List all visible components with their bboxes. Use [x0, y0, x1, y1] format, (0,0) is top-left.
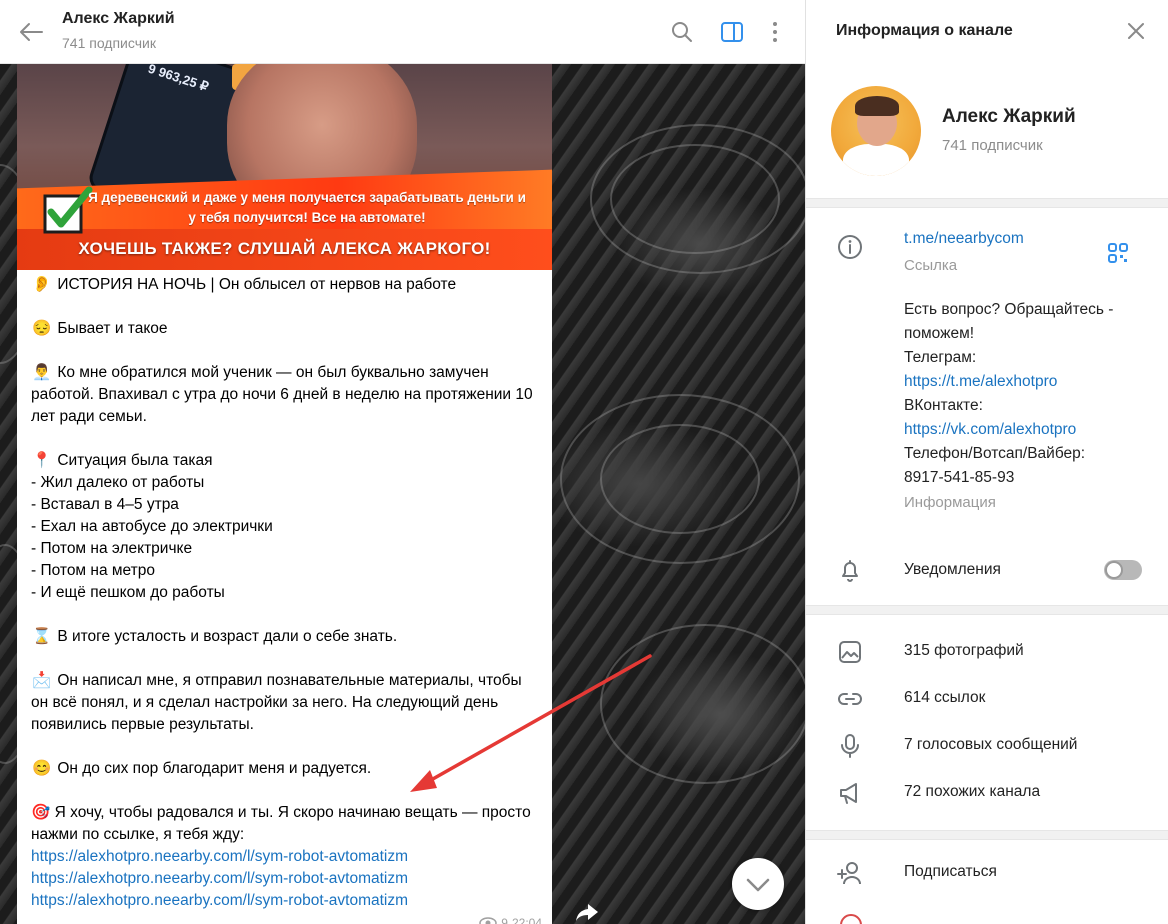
pin-emoji: 📍 — [32, 452, 52, 469]
banner-line: Я деревенский и даже у меня получается з… — [88, 190, 526, 225]
chevron-down-icon — [746, 878, 770, 892]
target-emoji: 🎯 — [31, 804, 51, 821]
more-menu-icon[interactable] — [762, 19, 788, 45]
info-icon — [838, 235, 862, 259]
description-line: Телефон/Вотсап/Вайбер: — [904, 445, 1086, 462]
message-paragraph: 📍 Ситуация была такая - Жил далеко от ра… — [31, 450, 538, 604]
toggle-knob — [1105, 561, 1123, 579]
microphone-icon — [841, 734, 859, 758]
message-meta: 9 22:04 — [479, 916, 542, 924]
similar-channels-count: 72 похожих канала — [904, 783, 1041, 800]
message-paragraph: ⌛ В итоге усталость и возраст дали о себ… — [31, 626, 538, 648]
avatar-shirt — [843, 144, 909, 176]
message-paragraph: 😔 Бывает и такое — [31, 318, 538, 340]
links-count: 614 ссылок — [904, 689, 986, 706]
qr-code-icon[interactable] — [1107, 242, 1129, 264]
channel-name: Алекс Жаркий — [942, 106, 1076, 127]
voice-row[interactable]: 7 голосовых сообщений — [806, 724, 1168, 768]
photo-icon — [839, 641, 861, 663]
message-image[interactable]: 9 963,25 ₽ Я деревенский и даже у меня п… — [17, 64, 552, 270]
voice-count: 7 голосовых сообщений — [904, 736, 1078, 753]
similar-channels-row[interactable]: 72 похожих канала — [806, 771, 1168, 815]
paragraph-text: Бывает и такое — [57, 320, 168, 337]
paragraph-text: Я хочу, чтобы радовался и ты. Я скоро на… — [31, 804, 531, 843]
add-user-icon — [837, 862, 861, 885]
message-paragraph: 👂 ИСТОРИЯ НА НОЧЬ | Он облысел от нервов… — [31, 274, 538, 296]
phone-number: 8917-541-85-93 — [904, 469, 1015, 486]
back-arrow-icon[interactable] — [18, 20, 44, 44]
link-icon — [838, 693, 862, 705]
megaphone-icon — [840, 783, 857, 804]
description-caption: Информация — [904, 494, 996, 511]
links-row[interactable]: 614 ссылок — [806, 677, 1168, 721]
banner-headline: ХОЧЕШЬ ТАКЖЕ? СЛУШАЙ АЛЕКСА ЖАРКОГО! — [78, 239, 491, 258]
hourglass-emoji: ⌛ — [32, 628, 52, 645]
paragraph-text: Ситуация была такая - Жил далеко от рабо… — [31, 452, 273, 601]
chat-title[interactable]: Алекс Жаркий — [62, 10, 175, 28]
description-line: Есть вопрос? Обращайтесь - поможем! — [904, 301, 1114, 342]
notifications-toggle[interactable] — [1104, 560, 1142, 580]
message-link[interactable]: https://alexhotpro.neearby.com/l/sym-rob… — [31, 846, 538, 868]
channel-link[interactable]: t.me/neearbycom — [904, 230, 1024, 248]
photos-count: 315 фотографий — [904, 642, 1024, 659]
message-time: 22:04 — [511, 916, 542, 924]
chat-area: Алекс Жаркий 741 подписчик 9 963,25 ₽ Я … — [0, 0, 805, 924]
section-divider — [806, 198, 1168, 208]
wallpaper-swirl — [610, 144, 780, 254]
message-paragraph: 👨‍💼 Ко мне обратился мой ученик — он был… — [31, 362, 538, 428]
message-text: 👂 ИСТОРИЯ НА НОЧЬ | Он облысел от нервов… — [17, 270, 552, 912]
subscriber-count: 741 подписчик — [942, 137, 1043, 154]
search-icon[interactable] — [669, 19, 695, 45]
sidebar-toggle-icon[interactable] — [719, 19, 745, 45]
paragraph-text: Он написал мне, я отправил познавательны… — [31, 672, 522, 733]
message-paragraph: 😊 Он до сих пор благодарит меня и радует… — [31, 758, 538, 780]
avatar-hair — [855, 96, 899, 116]
message-link[interactable]: https://alexhotpro.neearby.com/l/sym-rob… — [31, 890, 538, 912]
paragraph-text: Ко мне обратился мой ученик — он был бук… — [31, 364, 533, 425]
chat-subscriber-count: 741 подписчик — [62, 35, 156, 51]
section-divider — [806, 830, 1168, 840]
worker-emoji: 👨‍💼 — [32, 364, 52, 381]
paragraph-text: Он до сих пор благодарит меня и радуется… — [57, 760, 372, 777]
wallpaper-swirl — [600, 624, 805, 784]
smile-emoji: 😊 — [32, 760, 52, 777]
message-paragraph: 📩 Он написал мне, я отправил познаватель… — [31, 670, 538, 736]
description-line: Телеграм: — [904, 349, 977, 366]
ear-emoji: 👂 — [32, 276, 52, 293]
bell-icon — [842, 560, 858, 582]
section-divider — [806, 605, 1168, 615]
envelope-emoji: 📩 — [32, 672, 52, 689]
scroll-down-button[interactable] — [732, 858, 784, 910]
message-paragraph: 🎯 Я хочу, чтобы радовался и ты. Я скоро … — [31, 802, 538, 912]
link-caption: Ссылка — [904, 257, 958, 274]
eye-icon — [479, 917, 498, 924]
paragraph-text: В итоге усталость и возраст дали о себе … — [57, 628, 398, 645]
share-icon[interactable] — [574, 900, 600, 924]
panel-title: Информация о канале — [836, 22, 1013, 39]
avatar[interactable] — [831, 86, 921, 176]
view-count: 9 — [501, 916, 508, 924]
description-line: ВКонтакте: — [904, 397, 983, 414]
wallpaper-swirl — [600, 424, 760, 534]
chat-header: Алекс Жаркий 741 подписчик — [0, 0, 805, 64]
channel-description: Есть вопрос? Обращайтесь - поможем! Теле… — [904, 298, 1144, 490]
paragraph-text: ИСТОРИЯ НА НОЧЬ | Он облысел от нервов н… — [57, 276, 457, 293]
pensive-emoji: 😔 — [32, 320, 52, 337]
subscribe-row[interactable]: Подписаться — [806, 850, 1168, 896]
telegram-link[interactable]: https://t.me/alexhotpro — [904, 370, 1144, 394]
subscribe-label: Подписаться — [904, 863, 997, 880]
photos-row[interactable]: 315 фотографий — [806, 630, 1168, 674]
channel-info-panel: Информация о канале Алекс Жаркий 741 под… — [805, 0, 1168, 924]
close-icon[interactable] — [1124, 19, 1148, 43]
report-icon[interactable] — [840, 914, 862, 924]
message-link[interactable]: https://alexhotpro.neearby.com/l/sym-rob… — [31, 868, 538, 890]
notifications-label: Уведомления — [904, 561, 1001, 578]
vk-link[interactable]: https://vk.com/alexhotpro — [904, 418, 1144, 442]
message-bubble: 9 963,25 ₽ Я деревенский и даже у меня п… — [17, 64, 552, 924]
